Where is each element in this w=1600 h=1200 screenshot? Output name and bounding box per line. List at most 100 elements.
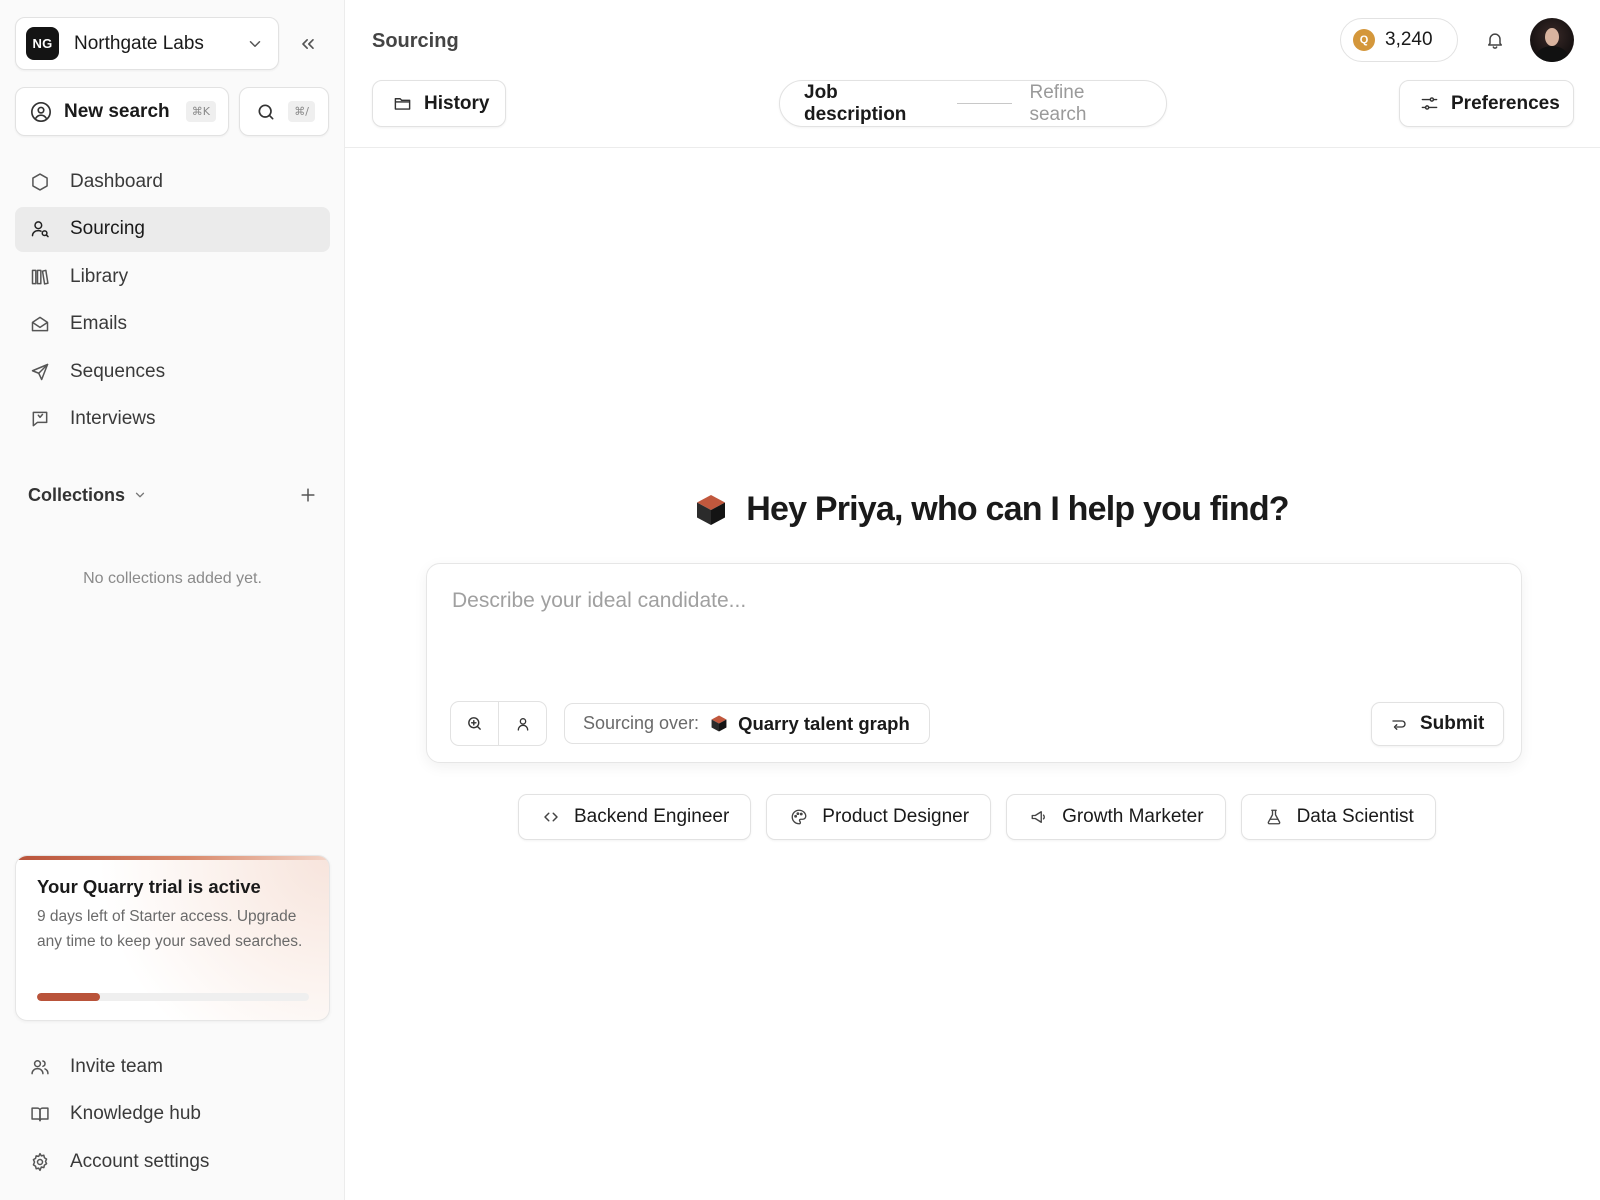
sidebar-item-label: Knowledge hub — [70, 1103, 201, 1124]
search-shortcut: ⌘/ — [288, 101, 315, 122]
suggestion-chips: Backend Engineer Product Designer Growth… — [518, 794, 1451, 840]
sidebar: NG Northgate Labs New search ⌘K ⌘/ Dashb… — [0, 0, 345, 1200]
user-search-icon — [30, 219, 50, 239]
profile-tool-button[interactable] — [498, 702, 546, 745]
zoom-search-tool-button[interactable] — [451, 702, 498, 745]
corner-down-right-icon — [1390, 715, 1408, 733]
sidebar-item-sequences[interactable]: Sequences — [15, 349, 330, 394]
folder-open-icon — [393, 94, 412, 113]
preferences-button[interactable]: Preferences — [1399, 80, 1574, 127]
library-icon — [30, 267, 50, 287]
source-value: Quarry talent graph — [738, 712, 910, 734]
sidebar-item-interviews[interactable]: Interviews — [15, 397, 330, 442]
org-name: Northgate Labs — [74, 32, 204, 54]
step-job-description[interactable]: Job description — [804, 82, 940, 126]
sidebar-item-label: Dashboard — [70, 170, 163, 192]
sidebar-item-invite-team[interactable]: Invite team — [15, 1044, 330, 1089]
collapse-sidebar-button[interactable] — [296, 32, 320, 56]
suggestion-growth-marketer[interactable]: Growth Marketer — [1006, 794, 1226, 840]
collections-header: Collections — [28, 482, 318, 508]
plus-icon — [298, 485, 318, 505]
sidebar-item-label: Emails — [70, 313, 128, 334]
palette-icon — [790, 808, 808, 826]
notifications-button[interactable] — [1485, 30, 1505, 50]
history-button[interactable]: History — [372, 80, 506, 127]
sidebar-item-label: Invite team — [70, 1055, 163, 1077]
bell-icon — [1485, 30, 1505, 50]
top-bar: Sourcing Q 3,240 History Job description… — [345, 0, 1600, 148]
suggestion-label: Backend Engineer — [574, 806, 730, 827]
add-collection-button[interactable] — [298, 485, 318, 505]
megaphone-icon — [1030, 808, 1048, 826]
coin-icon: Q — [1353, 29, 1375, 51]
sidebar-item-sourcing[interactable]: Sourcing — [15, 206, 330, 252]
composer-tools — [450, 701, 547, 746]
new-search-button[interactable]: New search ⌘K — [15, 87, 229, 136]
sidebar-item-label: Sequences — [70, 360, 166, 382]
quarry-cube-logo — [696, 494, 726, 526]
book-open-icon — [30, 1104, 50, 1124]
credits-count: 3,240 — [1385, 29, 1433, 50]
org-switcher[interactable]: NG Northgate Labs — [15, 17, 279, 70]
page-title: Sourcing — [372, 30, 459, 52]
sidebar-item-label: Account settings — [70, 1150, 210, 1172]
trial-accent-bar — [16, 856, 329, 860]
candidate-description-input[interactable] — [452, 589, 1492, 649]
collections-toggle[interactable]: Collections — [28, 485, 125, 506]
message-square-icon — [30, 409, 50, 429]
sidebar-item-label: Interviews — [70, 408, 156, 429]
zoom-in-icon — [466, 715, 483, 732]
suggestion-label: Growth Marketer — [1062, 806, 1204, 827]
suggestion-data-scientist[interactable]: Data Scientist — [1240, 794, 1436, 840]
submit-button[interactable]: Submit — [1371, 702, 1504, 746]
chevron-down-icon — [246, 35, 264, 53]
footer-nav: Invite team Knowledge hub Account settin… — [15, 1044, 330, 1187]
sidebar-item-knowledge-hub[interactable]: Knowledge hub — [15, 1092, 330, 1137]
greeting-heading: Hey Priya, who can I help you find? — [746, 490, 1289, 528]
gear-icon — [30, 1152, 50, 1172]
trial-title: Your Quarry trial is active — [37, 876, 261, 897]
source-selector[interactable]: Sourcing over: Quarry talent graph — [564, 703, 930, 744]
mail-open-icon — [30, 314, 50, 334]
sidebar-item-account-settings[interactable]: Account settings — [15, 1139, 330, 1184]
flask-icon — [1265, 808, 1283, 826]
hexagon-icon — [30, 172, 50, 192]
new-search-label: New search — [64, 100, 170, 122]
chevron-down-icon[interactable] — [133, 488, 147, 502]
trial-body: 9 days left of Starter access. Upgrade a… — [37, 908, 303, 950]
search-button[interactable]: ⌘/ — [239, 87, 329, 136]
sliders-icon — [1420, 94, 1439, 113]
sidebar-item-label: Sourcing — [70, 218, 145, 239]
step-connector — [956, 103, 1013, 104]
users-icon — [30, 1057, 50, 1077]
suggestion-label: Data Scientist — [1296, 806, 1414, 827]
credits-badge[interactable]: Q 3,240 — [1340, 18, 1458, 62]
user-icon — [515, 716, 531, 732]
sidebar-item-dashboard[interactable]: Dashboard — [15, 159, 330, 204]
avatar-face — [1545, 28, 1559, 46]
avatar-body — [1536, 46, 1568, 62]
source-prefix: Sourcing over: — [583, 713, 700, 733]
collections-empty-state: No collections added yet. — [83, 570, 262, 587]
suggestion-backend-engineer[interactable]: Backend Engineer — [518, 794, 752, 840]
history-label: History — [424, 92, 490, 114]
sidebar-item-emails[interactable]: Emails — [15, 302, 330, 347]
chevrons-left-icon — [298, 34, 318, 54]
step-refine-search[interactable]: Refine search — [1029, 82, 1142, 126]
trial-progress-bar — [37, 993, 309, 1001]
suggestion-product-designer[interactable]: Product Designer — [766, 794, 992, 840]
avatar[interactable] — [1530, 18, 1574, 62]
code-icon — [542, 808, 560, 826]
trial-progress-fill — [37, 993, 100, 1001]
greeting: Hey Priya, who can I help you find? — [345, 490, 1600, 529]
trial-card: Your Quarry trial is active 9 days left … — [15, 855, 330, 1021]
new-search-shortcut: ⌘K — [185, 101, 216, 122]
sidebar-item-library[interactable]: Library — [15, 254, 330, 299]
submit-label: Submit — [1420, 713, 1485, 734]
send-icon — [30, 362, 50, 382]
quarry-cube-icon — [711, 715, 727, 732]
candidate-composer: Sourcing over: Quarry talent graph Submi… — [426, 563, 1522, 763]
org-badge: NG — [26, 27, 59, 60]
primary-nav: Dashboard Sourcing Library Emails Sequen… — [15, 159, 330, 444]
suggestion-label: Product Designer — [822, 806, 970, 827]
